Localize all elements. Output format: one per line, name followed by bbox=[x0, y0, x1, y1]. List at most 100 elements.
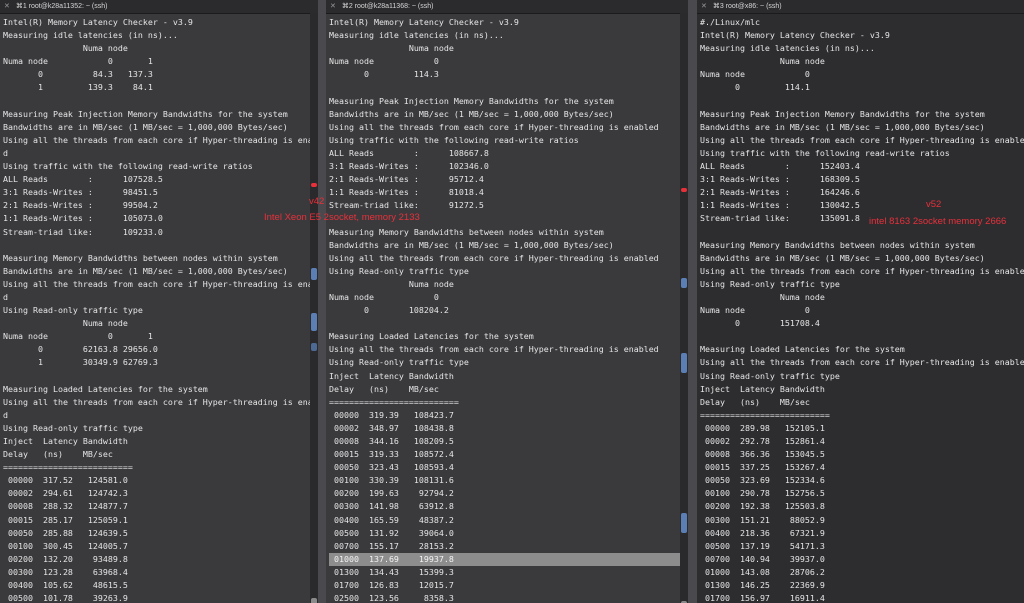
terminal-line: #./Linux/mlc bbox=[700, 17, 760, 27]
scroll-marker bbox=[681, 513, 687, 533]
terminal-line: Numa node bbox=[700, 291, 825, 302]
terminal-line: 00050 285.88 124639.5 bbox=[3, 527, 128, 538]
terminal-line: Measuring Peak Injection Memory Bandwidt… bbox=[3, 108, 288, 119]
terminal-line: Numa node 0 bbox=[700, 305, 810, 316]
terminal-line: Bandwidths are in MB/sec (1 MB/sec = 1,0… bbox=[3, 265, 288, 276]
terminal-line: 00500 137.19 54171.3 bbox=[700, 540, 825, 551]
terminal-line: Using all the threads from each core if … bbox=[700, 134, 1024, 145]
terminal-line: ALL Reads : 107528.5 bbox=[3, 174, 163, 185]
terminal-line: Numa node bbox=[700, 56, 825, 67]
terminal-line: 3:1 Reads-Writes : 102346.0 bbox=[329, 161, 489, 172]
terminal-output[interactable]: #./Linux/mlc Intel(R) Memory Latency Chec… bbox=[697, 14, 1024, 603]
terminal-line: 0 114.1 bbox=[700, 82, 810, 93]
terminal-line: Numa node bbox=[3, 318, 128, 329]
terminal-line: 2:1 Reads-Writes : 95712.4 bbox=[329, 174, 484, 185]
terminal-line: 2:1 Reads-Writes : 164246.6 bbox=[700, 187, 860, 198]
terminal-line: d bbox=[3, 291, 8, 302]
terminal-line: 00000 317.52 124581.0 bbox=[3, 475, 128, 486]
terminal-line: Measuring idle latencies (in ns)... bbox=[700, 43, 875, 54]
terminal-line: Using all the threads from each core if … bbox=[700, 265, 1024, 276]
terminal-line: 0 114.3 bbox=[329, 69, 439, 80]
tab-shortcut: ⌘1 bbox=[15, 3, 27, 10]
terminal-line: Using traffic with the following read-wr… bbox=[329, 134, 579, 145]
terminal-line: Measuring Loaded Latencies for the syste… bbox=[329, 331, 534, 342]
terminal-line: d bbox=[3, 409, 8, 420]
terminal-line: 0 62163.8 29656.0 bbox=[3, 344, 158, 355]
terminal-line: Numa node bbox=[329, 43, 454, 54]
terminal-line: Numa node bbox=[3, 43, 128, 54]
scrollbar[interactable] bbox=[680, 13, 688, 603]
terminal-output[interactable]: Intel(R) Memory Latency Checker - v3.9 Me… bbox=[0, 14, 318, 603]
terminal-line: 00400 105.62 48615.5 bbox=[3, 580, 128, 591]
terminal-line: Delay (ns) MB/sec bbox=[3, 449, 113, 460]
terminal-line: Using Read-only traffic type bbox=[3, 422, 143, 433]
terminal-line: 1:1 Reads-Writes : 130042.5 bbox=[700, 200, 860, 211]
tab-shortcut: ⌘3 bbox=[712, 3, 724, 10]
terminal-line: Intel(R) Memory Latency Checker - v3.9 bbox=[329, 17, 519, 27]
terminal-line: Inject Latency Bandwidth bbox=[329, 370, 454, 381]
terminal-line: Using Read-only traffic type bbox=[700, 278, 840, 289]
tab-pane-3[interactable]: ✕ ⌘3 root@x86: ~ (ssh) bbox=[697, 0, 1024, 14]
terminal-line: Measuring idle latencies (in ns)... bbox=[329, 30, 504, 41]
terminal-line: 00002 292.78 152861.4 bbox=[700, 436, 825, 446]
terminal-line: 1 139.3 84.1 bbox=[3, 82, 153, 93]
tab-pane-1[interactable]: ✕ ⌘1 root@k28a11352: ~ (ssh) bbox=[0, 0, 318, 14]
annotation-label-right: intel 8163 2socket memory 2666 bbox=[869, 216, 1007, 227]
terminal-line: Delay (ns) MB/sec bbox=[329, 383, 439, 394]
terminal-pane-3[interactable]: ✕ ⌘3 root@x86: ~ (ssh) #./Linux/mlc Intel… bbox=[697, 0, 1024, 603]
pane-divider[interactable] bbox=[318, 0, 326, 603]
terminal-line: ========================== bbox=[700, 409, 830, 420]
terminal-line: 3:1 Reads-Writes : 168309.5 bbox=[700, 174, 860, 185]
terminal-line: 01700 156.97 16911.4 bbox=[700, 593, 825, 603]
terminal-output[interactable]: Intel(R) Memory Latency Checker - v3.9 Me… bbox=[326, 14, 688, 603]
close-icon[interactable]: ✕ bbox=[330, 3, 336, 10]
terminal-line: 0 108204.2 bbox=[329, 305, 449, 316]
terminal-line: Measuring Loaded Latencies for the syste… bbox=[700, 344, 905, 355]
terminal-line: Numa node 0 1 bbox=[3, 56, 153, 67]
scrollbar[interactable] bbox=[310, 13, 318, 603]
terminal-line: Bandwidths are in MB/sec (1 MB/sec = 1,0… bbox=[700, 121, 985, 132]
annotation-version-left: v42 bbox=[309, 196, 325, 207]
terminal-line: 01300 146.25 22369.9 bbox=[700, 580, 825, 591]
terminal-line: 01000 137.69 19937.8 bbox=[329, 552, 688, 566]
terminal-line: Using all the threads from each core if … bbox=[3, 396, 318, 407]
terminal-line: Using all the threads from each core if … bbox=[329, 252, 659, 263]
terminal-line: 01300 134.43 15399.3 bbox=[329, 566, 454, 577]
terminal-line: Numa node 0 bbox=[700, 69, 810, 80]
close-icon[interactable]: ✕ bbox=[701, 3, 707, 10]
pane-divider[interactable] bbox=[688, 0, 697, 603]
terminal-line: 00000 319.39 108423.7 bbox=[329, 409, 454, 420]
terminal-line: ALL Reads : 152403.4 bbox=[700, 161, 860, 172]
terminal-line: 00200 192.38 125503.8 bbox=[700, 501, 825, 512]
terminal-line: Numa node bbox=[329, 278, 454, 289]
terminal-line: ========================== bbox=[329, 396, 459, 407]
tab-pane-2[interactable]: ✕ ⌘2 root@k28a11368: ~ (ssh) bbox=[326, 0, 688, 14]
terminal-line: Measuring Loaded Latencies for the syste… bbox=[3, 383, 208, 394]
terminal-line: Bandwidths are in MB/sec (1 MB/sec = 1,0… bbox=[329, 108, 614, 119]
terminal-pane-1[interactable]: ✕ ⌘1 root@k28a11352: ~ (ssh) Intel(R) Me… bbox=[0, 0, 318, 603]
terminal-pane-2[interactable]: ✕ ⌘2 root@k28a11368: ~ (ssh) Intel(R) Me… bbox=[326, 0, 688, 603]
terminal-line: 00008 366.36 153045.5 bbox=[700, 449, 825, 460]
terminal-line: 00300 151.21 88052.9 bbox=[700, 514, 825, 525]
terminal-line: Measuring idle latencies (in ns)... bbox=[3, 30, 178, 41]
terminal-line: 00100 300.45 124005.7 bbox=[3, 540, 128, 551]
scroll-thumb[interactable] bbox=[311, 598, 317, 603]
terminal-line: Stream-triad like: 109233.0 bbox=[3, 226, 163, 237]
terminal-line: 00500 131.92 39064.0 bbox=[329, 527, 454, 538]
scroll-marker bbox=[311, 313, 317, 331]
terminal-line: Using all the threads from each core if … bbox=[3, 278, 318, 289]
scroll-marker bbox=[681, 188, 687, 192]
terminal-line: 00008 288.32 124877.7 bbox=[3, 501, 128, 512]
terminal-line: 00100 290.78 152756.5 bbox=[700, 488, 825, 499]
terminal-line: 01700 126.83 12015.7 bbox=[329, 580, 454, 591]
terminal-line: Measuring Peak Injection Memory Bandwidt… bbox=[329, 95, 614, 106]
terminal-line: 00200 199.63 92794.2 bbox=[329, 488, 454, 499]
terminal-line: Using traffic with the following read-wr… bbox=[700, 147, 950, 158]
close-icon[interactable]: ✕ bbox=[4, 3, 10, 10]
terminal-line: Intel(R) Memory Latency Checker - v3.9 bbox=[700, 30, 890, 41]
